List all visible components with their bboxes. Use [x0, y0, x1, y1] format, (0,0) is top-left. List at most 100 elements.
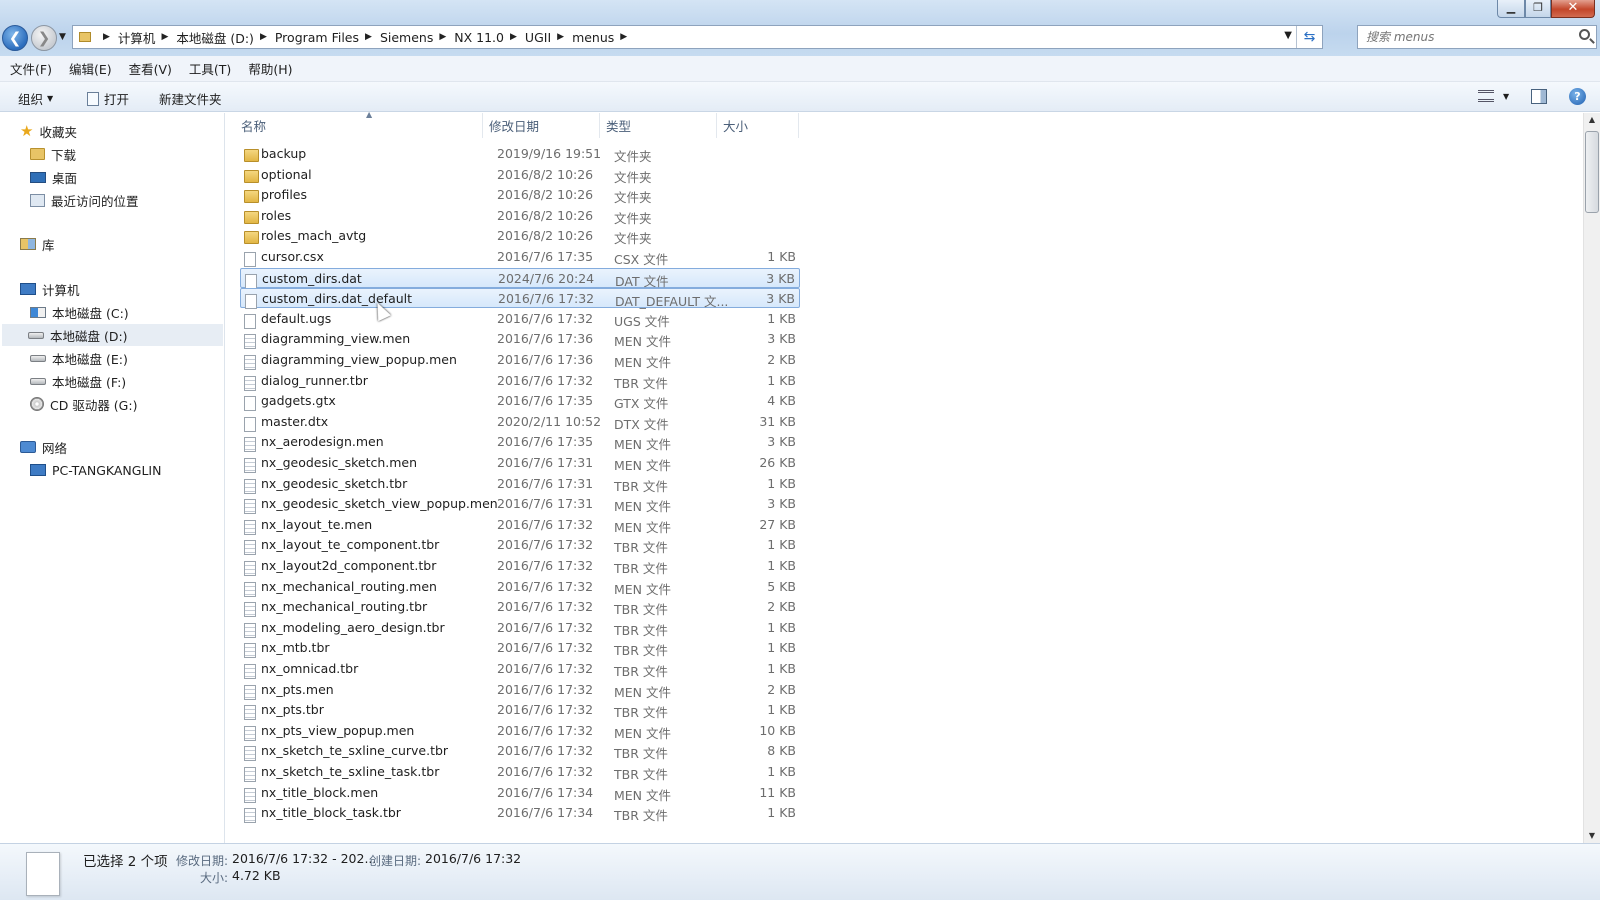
nav-item-favorite[interactable]: 桌面 — [30, 166, 77, 188]
table-row[interactable]: diagramming_view_popup.men 2016/7/6 17:36… — [240, 350, 800, 370]
table-row[interactable]: custom_dirs.dat 2024/7/6 20:24 DAT 文件 3 KB — [240, 267, 800, 289]
table-row[interactable]: nx_layout_te.men 2016/7/6 17:32 MEN 文件 27 K… — [240, 515, 800, 535]
column-header-name[interactable]: 名称 ▲ — [235, 110, 483, 138]
open-button[interactable]: 打开 — [87, 89, 129, 108]
table-row[interactable]: gadgets.gtx 2016/7/6 17:35 GTX 文件 4 KB — [240, 391, 800, 412]
breadcrumb-arrow-icon[interactable]: ▶ — [161, 32, 168, 42]
nav-computer[interactable]: 计算机 — [20, 278, 80, 300]
breadcrumb-label: menus — [572, 29, 615, 45]
breadcrumb-arrow-icon[interactable]: ▶ — [510, 32, 517, 42]
nav-item-drive[interactable]: 本地磁盘 (C:) — [30, 301, 129, 323]
table-row[interactable]: default.ugs 2016/7/6 17:32 UGS 文件 1 KB — [240, 309, 800, 329]
nav-item-drive[interactable]: 本地磁盘 (F:) — [30, 370, 126, 392]
breadcrumb-item[interactable]: 计算机 ▶ — [118, 26, 176, 48]
table-row[interactable]: nx_sketch_te_sxline_task.tbr 2016/7/6 17:… — [240, 762, 800, 782]
nav-item-network-pc[interactable]: PC-TANGKANGLIN — [30, 459, 161, 481]
menu-edit[interactable]: 编辑(E) — [69, 59, 112, 78]
scroll-down-icon[interactable]: ▼ — [1584, 829, 1600, 843]
table-row[interactable]: nx_sketch_te_sxline_curve.tbr 2016/7/6 17… — [240, 741, 800, 762]
new-folder-button[interactable]: 新建文件夹 — [159, 89, 222, 108]
nav-libraries[interactable]: 库 — [20, 233, 55, 255]
breadcrumb-arrow-icon[interactable]: ▶ — [365, 32, 372, 42]
table-row[interactable]: nx_omnicad.tbr 2016/7/6 17:32 TBR 文件 1 KB — [240, 659, 800, 679]
breadcrumb-item[interactable]: menus ▶ — [572, 26, 635, 48]
menu-view[interactable]: 查看(V) — [129, 59, 172, 78]
table-row[interactable]: nx_geodesic_sketch.tbr 2016/7/6 17:31 TBR … — [240, 474, 800, 494]
table-row[interactable]: nx_layout2d_component.tbr 2016/7/6 17:32 T… — [240, 556, 800, 576]
recent-pages-dropdown[interactable]: ▼ — [59, 32, 66, 42]
menu-help[interactable]: 帮助(H) — [248, 59, 292, 78]
nav-item-drive[interactable]: 本地磁盘 (E:) — [30, 347, 128, 369]
breadcrumb-label: Program Files — [274, 29, 360, 45]
table-row[interactable]: nx_mechanical_routing.men 2016/7/6 17:32 M… — [240, 577, 800, 597]
table-row[interactable]: nx_pts.tbr 2016/7/6 17:32 TBR 文件 1 KB — [240, 700, 800, 721]
table-row[interactable]: custom_dirs.dat_default 2016/7/6 17:32 DAT… — [240, 288, 800, 310]
table-row[interactable]: nx_pts_view_popup.men 2016/7/6 17:32 MEN 文… — [240, 721, 800, 741]
search-icon[interactable] — [1579, 29, 1590, 40]
table-row[interactable]: backup 2019/9/16 19:51 文件夹 — [240, 144, 800, 164]
table-row[interactable]: cursor.csx 2016/7/6 17:35 CSX 文件 1 KB — [240, 247, 800, 267]
address-bar[interactable]: ▶ 计算机 ▶ 本地磁盘 (D:) ▶ Program Files ▶ Siemens ▶ NX… — [72, 25, 1323, 49]
close-button[interactable]: ✕ — [1551, 0, 1595, 18]
refresh-icon[interactable]: ⇆ — [1296, 26, 1322, 48]
maximize-button[interactable]: ❐ — [1525, 0, 1551, 18]
table-row[interactable]: nx_pts.men 2016/7/6 17:32 MEN 文件 2 KB — [240, 680, 800, 700]
column-header-date[interactable]: 修改日期 — [483, 113, 600, 138]
breadcrumb-item[interactable]: NX 11.0 ▶ — [454, 26, 525, 48]
nav-item-favorite[interactable]: 最近访问的位置 — [30, 189, 139, 211]
scrollbar-thumb[interactable] — [1585, 131, 1599, 213]
file-list: 名称 ▲ 修改日期 类型 大小 backup 2019/9/16 19:51 文件夹… — [225, 110, 1583, 843]
table-row[interactable]: nx_mechanical_routing.tbr 2016/7/6 17:32 T… — [240, 597, 800, 618]
file-name: master.dtx — [261, 413, 329, 429]
vertical-scrollbar[interactable]: ▲ ▼ — [1583, 113, 1600, 843]
menu-file[interactable]: 文件(F) — [10, 59, 52, 78]
table-row[interactable]: optional 2016/8/2 10:26 文件夹 — [240, 165, 800, 185]
table-row[interactable]: nx_geodesic_sketch.men 2016/7/6 17:31 MEN … — [240, 453, 800, 473]
table-row[interactable]: dialog_runner.tbr 2016/7/6 17:32 TBR 文件 1 K… — [240, 371, 800, 391]
breadcrumb-item[interactable]: Program Files ▶ — [275, 26, 380, 48]
help-icon[interactable]: ? — [1569, 88, 1586, 105]
chevron-down-icon[interactable]: ▼ — [1503, 92, 1509, 101]
scroll-up-icon[interactable]: ▲ — [1584, 113, 1600, 127]
breadcrumb-item[interactable]: Siemens ▶ — [380, 26, 454, 48]
menu-tools[interactable]: 工具(T) — [189, 59, 231, 78]
breadcrumb-item[interactable]: 本地磁盘 (D:) ▶ — [176, 26, 275, 48]
file-icon — [244, 519, 256, 535]
organize-button[interactable]: 组织 ▼ — [18, 89, 53, 108]
nav-network[interactable]: 网络 — [20, 436, 67, 458]
nav-favorites[interactable]: ★ 收藏夹 — [20, 120, 77, 142]
preview-pane-icon[interactable] — [1531, 89, 1547, 104]
breadcrumb-arrow-icon[interactable]: ▶ — [620, 32, 627, 42]
search-input[interactable] — [1358, 26, 1568, 48]
table-row[interactable]: nx_title_block_task.tbr 2016/7/6 17:34 TBR… — [240, 803, 800, 824]
minimize-button[interactable]: ▁ — [1497, 0, 1525, 18]
breadcrumb-separator[interactable]: ▶ — [97, 26, 118, 48]
nav-item-favorite[interactable]: 下载 — [30, 143, 76, 165]
breadcrumb-arrow-icon[interactable]: ▶ — [439, 32, 446, 42]
table-row[interactable]: nx_aerodesign.men 2016/7/6 17:35 MEN 文件 3 K… — [240, 432, 800, 453]
change-view-button[interactable]: ▼ — [1478, 90, 1509, 102]
table-row[interactable]: nx_geodesic_sketch_view_popup.men 2016/7/… — [240, 494, 800, 515]
search-box[interactable] — [1357, 25, 1597, 49]
table-row[interactable]: roles_mach_avtg 2016/8/2 10:26 文件夹 — [240, 226, 800, 246]
breadcrumb-arrow-icon[interactable]: ▶ — [260, 32, 267, 42]
breadcrumb-item[interactable]: UGII ▶ — [525, 26, 572, 48]
address-dropdown-icon[interactable]: ▼ — [1284, 30, 1292, 41]
forward-button[interactable]: ❯ — [31, 25, 57, 51]
table-row[interactable]: nx_title_block.men 2016/7/6 17:34 MEN 文件 11… — [240, 783, 800, 803]
table-row[interactable]: nx_modeling_aero_design.tbr 2016/7/6 17:3… — [240, 618, 800, 638]
table-row[interactable]: nx_mtb.tbr 2016/7/6 17:32 TBR 文件 1 KB — [240, 638, 800, 659]
nav-item-drive[interactable]: 本地磁盘 (D:) — [2, 324, 223, 346]
table-row[interactable]: diagramming_view.men 2016/7/6 17:36 MEN 文件… — [240, 329, 800, 350]
nav-item-drive[interactable]: CD 驱动器 (G:) — [30, 393, 137, 415]
breadcrumb-arrow-icon[interactable]: ▶ — [557, 32, 564, 42]
back-button[interactable]: ❮ — [2, 25, 28, 51]
table-row[interactable]: profiles 2016/8/2 10:26 文件夹 — [240, 185, 800, 205]
column-header-size[interactable]: 大小 — [717, 113, 799, 138]
file-name: dialog_runner.tbr — [261, 372, 368, 388]
column-header-type[interactable]: 类型 — [600, 113, 717, 138]
table-row[interactable]: nx_layout_te_component.tbr 2016/7/6 17:32… — [240, 535, 800, 556]
table-row[interactable]: master.dtx 2020/2/11 10:52 DTX 文件 31 KB — [240, 412, 800, 432]
file-icon — [244, 643, 256, 659]
table-row[interactable]: roles 2016/8/2 10:26 文件夹 — [240, 206, 800, 226]
